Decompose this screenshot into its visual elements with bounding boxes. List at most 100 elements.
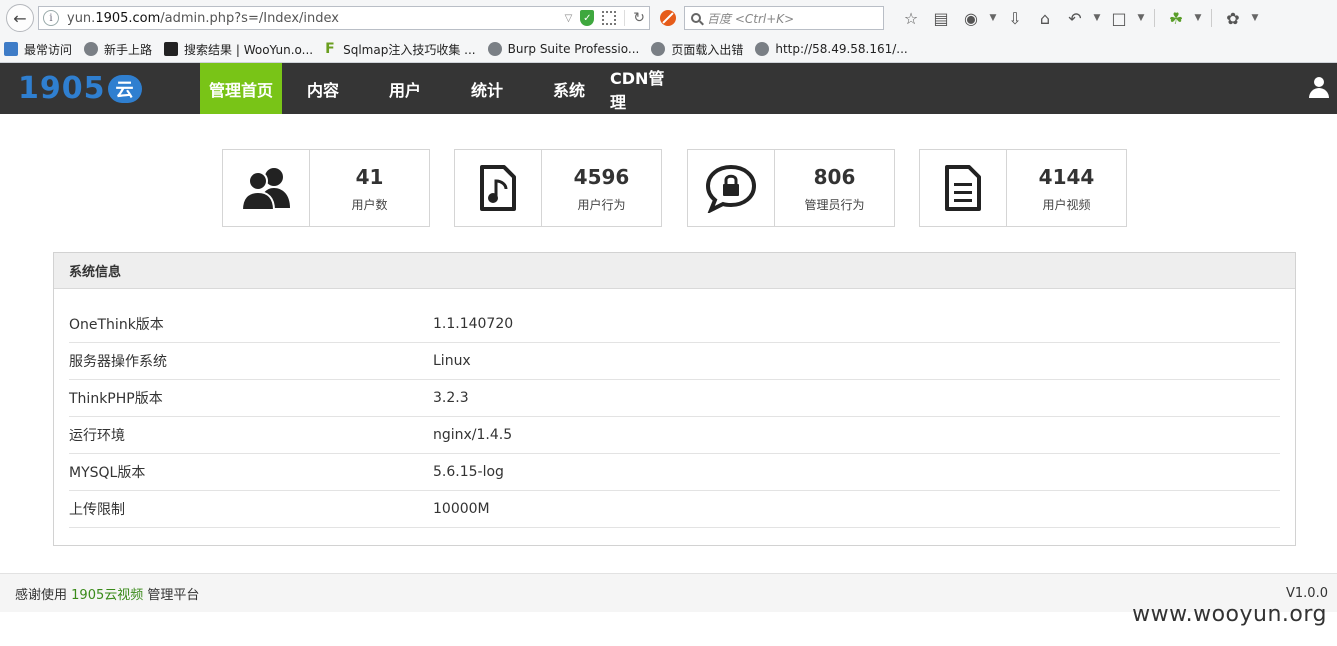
table-row: 服务器操作系统 Linux (69, 343, 1280, 380)
stat-value: 4596 (573, 164, 630, 189)
bookmark-label: 搜索结果 | WooYun.o... (184, 42, 314, 57)
star-icon[interactable]: ☆ (896, 9, 926, 28)
footer-prefix: 感谢使用 (15, 587, 68, 603)
logo-number: 1905 (18, 71, 106, 106)
table-row: MYSQL版本 5.6.15-log (69, 454, 1280, 491)
info-key: 运行环境 (69, 428, 125, 444)
info-value: 3.2.3 (433, 390, 469, 406)
extension-icon[interactable]: ☘ (1161, 9, 1191, 28)
globe-icon (755, 42, 770, 56)
table-row: 上传限制 10000M (69, 491, 1280, 528)
stat-value: 4144 (1038, 164, 1095, 189)
bookmarks-bar: 最常访问 新手上路 搜索结果 | WooYun.o... F Sqlmap注入技巧收集 … (0, 36, 1337, 63)
info-key: OneThink版本 (69, 317, 164, 333)
bookmark-item[interactable]: http://58.49.58.161/... (755, 42, 908, 56)
download-icon[interactable]: ⇩ (1000, 9, 1030, 28)
nav-item-5[interactable]: CDN管理 (610, 63, 680, 114)
bookmark-label: 最常访问 (24, 42, 73, 57)
undo-icon[interactable]: ↶ (1060, 9, 1090, 28)
browser-toolbar: ← i yun.1905.com/admin.php?s=/Index/inde… (0, 0, 1337, 36)
stat-card-admin-actions[interactable]: 806 管理员行为 (687, 149, 895, 227)
info-key: 服务器操作系统 (69, 354, 167, 370)
footer-credit: 感谢使用 1905云视频 管理平台 (15, 584, 199, 603)
users-icon (223, 150, 310, 226)
globe-icon (84, 42, 99, 56)
globe-icon (651, 42, 666, 56)
toolbar-divider (1154, 9, 1155, 27)
palette-icon[interactable]: ◉ (956, 9, 986, 28)
url-bar[interactable]: i yun.1905.com/admin.php?s=/Index/index … (38, 6, 650, 30)
noscript-icon[interactable] (660, 10, 676, 26)
version-label: V1.0.0 (1286, 585, 1328, 601)
back-arrow-icon[interactable]: ← (6, 4, 34, 32)
info-value: 10000M (433, 501, 490, 517)
info-value: 5.6.15-log (433, 464, 504, 480)
chevron-down-icon[interactable]: ▼ (986, 13, 1000, 23)
bookmark-label: http://58.49.58.161/... (775, 42, 908, 56)
bookmark-item[interactable]: 页面载入出错 (651, 41, 743, 58)
chevron-down-icon[interactable]: ▼ (1134, 13, 1148, 23)
info-icon[interactable]: i (43, 10, 59, 26)
folder-icon (4, 42, 18, 56)
bookmark-label: 新手上路 (104, 42, 153, 57)
stat-card-user-actions[interactable]: 4596 用户行为 (454, 149, 662, 227)
nav-item-2[interactable]: 用户 (364, 63, 446, 114)
bookmark-item[interactable]: 新手上路 (84, 41, 152, 58)
bookmark-label: 页面载入出错 (671, 42, 744, 57)
globe-icon (487, 42, 502, 56)
table-row: 运行环境 nginx/1.4.5 (69, 417, 1280, 454)
table-row: OneThink版本 1.1.140720 (69, 306, 1280, 343)
nav-item-0[interactable]: 管理首页 (200, 63, 282, 114)
stat-label: 用户行为 (577, 197, 626, 212)
home-icon[interactable]: ⌂ (1030, 9, 1060, 28)
stat-card-users[interactable]: 41 用户数 (222, 149, 430, 227)
bookmark-label: Sqlmap注入技巧收集 ... (343, 42, 476, 57)
info-value: Linux (433, 353, 471, 369)
search-icon (691, 13, 701, 23)
bookmark-label: Burp Suite Professio... (507, 42, 640, 56)
lock-chat-icon (688, 150, 775, 226)
bug-icon[interactable]: ✿ (1218, 9, 1248, 28)
chevron-down-icon[interactable]: ▼ (1090, 13, 1104, 23)
bookmark-item[interactable]: F Sqlmap注入技巧收集 ... (325, 41, 476, 58)
info-key: ThinkPHP版本 (69, 391, 163, 407)
reload-icon[interactable]: ↻ (624, 10, 645, 26)
info-value: nginx/1.4.5 (433, 427, 513, 443)
system-info-panel: 系统信息 OneThink版本 1.1.140720 服务器操作系统 Linux Thi… (53, 252, 1296, 546)
qr-code-icon[interactable] (602, 11, 617, 25)
music-file-icon (455, 150, 542, 226)
bookmark-item[interactable]: Burp Suite Professio... (487, 42, 640, 56)
footer-brand-link[interactable]: 1905云视频 (71, 588, 143, 603)
bookmark-item[interactable]: 最常访问 (4, 41, 72, 58)
nav-item-4[interactable]: 系统 (528, 63, 610, 114)
url-text[interactable]: yun.1905.com/admin.php?s=/Index/index (67, 11, 565, 26)
url-dropdown-icon[interactable]: ▽ (565, 13, 573, 24)
panel-title: 系统信息 (54, 253, 1295, 289)
logo-cloud: 云 (107, 74, 142, 103)
stat-card-user-videos[interactable]: 4144 用户视频 (919, 149, 1127, 227)
search-input[interactable]: 百度 <Ctrl+K> (684, 6, 884, 30)
shield-icon[interactable]: ✓ (580, 10, 595, 26)
table-row: ThinkPHP版本 3.2.3 (69, 380, 1280, 417)
info-table: OneThink版本 1.1.140720 服务器操作系统 Linux ThinkPHP… (69, 306, 1280, 528)
toolbar-divider (1211, 9, 1212, 27)
document-icon (920, 150, 1007, 226)
app-header: 1905 云 管理首页 内容 用户 统计 系统 CDN管理 (0, 63, 1337, 114)
nav-item-3[interactable]: 统计 (446, 63, 528, 114)
stat-label: 管理员行为 (804, 197, 865, 212)
crop-icon[interactable]: □ (1104, 9, 1134, 28)
bookmark-item[interactable]: 搜索结果 | WooYun.o... (164, 41, 313, 58)
logo[interactable]: 1905 云 (0, 63, 200, 114)
info-key: MYSQL版本 (69, 465, 146, 481)
footer-suffix: 管理平台 (147, 587, 200, 603)
stat-value: 41 (355, 164, 384, 189)
reading-list-icon[interactable]: ▤ (926, 9, 956, 28)
search-placeholder: 百度 <Ctrl+K> (707, 11, 795, 26)
chevron-down-icon[interactable]: ▼ (1248, 13, 1262, 23)
info-key: 上传限制 (69, 502, 125, 518)
user-icon[interactable] (1309, 77, 1329, 99)
stats-row: 41 用户数 4596 用户行为 806 管理员行为 4144 用户视频 (0, 149, 1337, 227)
nav-item-1[interactable]: 内容 (282, 63, 364, 114)
favicon-icon: F (325, 41, 335, 57)
chevron-down-icon[interactable]: ▼ (1191, 13, 1205, 23)
